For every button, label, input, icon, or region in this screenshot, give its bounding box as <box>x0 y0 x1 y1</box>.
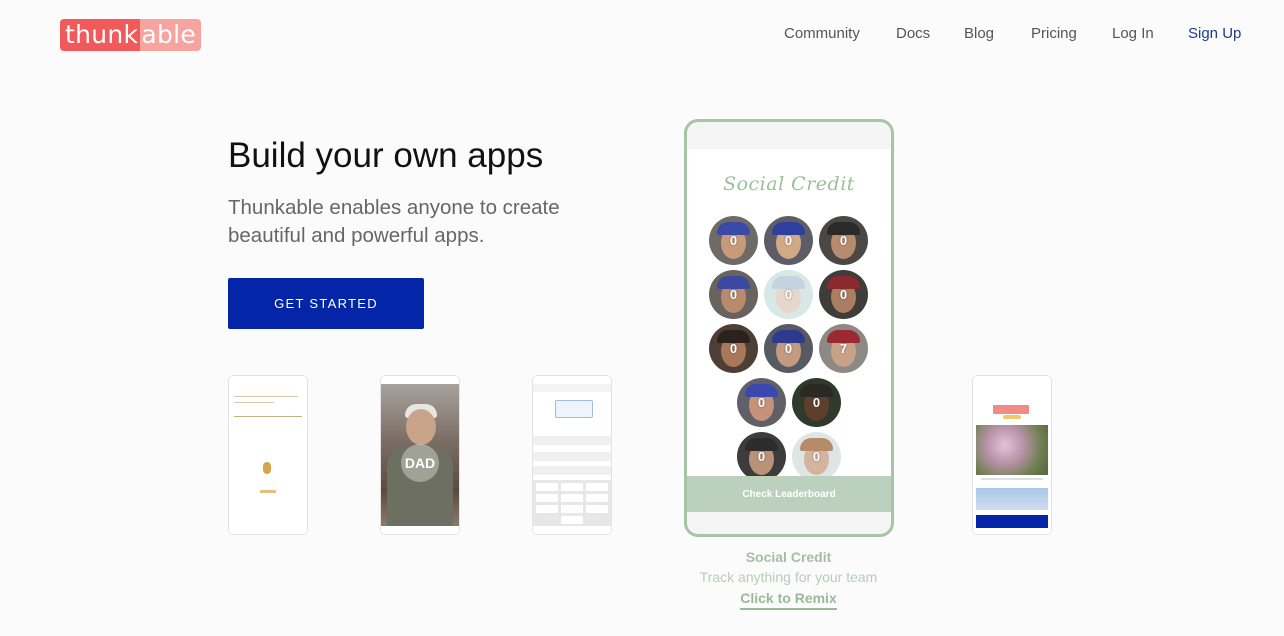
thumbnail-input <box>555 400 593 418</box>
team-member-avatar[interactable]: 0 <box>709 216 758 265</box>
thumbnail-text-line <box>234 402 274 403</box>
score-label: 0 <box>812 449 821 464</box>
featured-app-description: Track anything for your team <box>699 569 878 585</box>
app-thumbnail-dad[interactable]: DAD <box>380 375 460 535</box>
thumbnail-script-text <box>1003 415 1021 419</box>
thumbnail-keypad <box>533 480 611 526</box>
nav-docs[interactable]: Docs <box>896 25 930 42</box>
hero-headline: Build your own apps <box>228 136 544 175</box>
score-label: 0 <box>757 449 766 464</box>
check-leaderboard-button[interactable]: Check Leaderboard <box>687 476 891 512</box>
nav-blog[interactable]: Blog <box>964 25 994 42</box>
team-member-avatar[interactable]: 0 <box>764 324 813 373</box>
nav-pricing[interactable]: Pricing <box>1031 25 1077 42</box>
team-member-avatar[interactable]: 0 <box>764 216 813 265</box>
app-thumbnail-voice[interactable] <box>228 375 308 535</box>
nav-sign-up[interactable]: Sign Up <box>1188 25 1241 42</box>
thumbnail-row <box>533 436 611 445</box>
thumbnail-text-line <box>234 396 298 397</box>
team-member-avatar[interactable]: 0 <box>737 432 786 481</box>
score-label: 7 <box>839 341 848 356</box>
thumbnail-top-bar <box>533 384 611 392</box>
score-label: 0 <box>839 233 848 248</box>
score-label: 0 <box>839 287 848 302</box>
score-label: 0 <box>729 341 738 356</box>
team-member-avatar[interactable]: 0 <box>819 270 868 319</box>
team-member-avatar[interactable]: 0 <box>792 432 841 481</box>
get-started-button[interactable]: GET STARTED <box>228 278 424 329</box>
app-thumbnail-flowers[interactable] <box>972 375 1052 535</box>
featured-app-phone[interactable]: Social Credit 0 0 0 0 0 0 0 0 7 0 0 0 0 … <box>684 119 894 537</box>
app-title: Social Credit <box>723 173 855 195</box>
score-label: 0 <box>784 341 793 356</box>
team-member-avatar[interactable]: 0 <box>709 324 758 373</box>
flower-photo <box>976 425 1048 475</box>
phone-screen: Social Credit 0 0 0 0 0 0 0 0 7 0 0 0 0 <box>687 149 891 481</box>
thumbnail-caption-line <box>260 490 276 493</box>
nav-community[interactable]: Community <box>784 25 860 42</box>
thumbnail-button <box>976 515 1048 528</box>
click-to-remix-row: Click to Remix <box>684 590 893 610</box>
score-label: 0 <box>729 233 738 248</box>
click-to-remix-link[interactable]: Click to Remix <box>740 590 837 610</box>
score-label: 0 <box>784 287 793 302</box>
score-label: 0 <box>729 287 738 302</box>
hero-subheadline: Thunkable enables anyone to create beaut… <box>228 196 560 247</box>
app-thumbnail-form[interactable] <box>532 375 612 535</box>
team-member-avatar[interactable]: 0 <box>819 216 868 265</box>
mini-thunkable-logo <box>993 405 1029 414</box>
dad-badge: DAD <box>401 444 439 482</box>
team-member-avatar[interactable]: 0 <box>764 270 813 319</box>
featured-app-title: Social Credit <box>745 549 832 565</box>
thumbnail-row <box>533 452 611 461</box>
top-nav: Community Docs Blog Pricing Log In Sign … <box>0 25 1284 45</box>
team-member-avatar[interactable]: 0 <box>709 270 758 319</box>
team-member-avatar[interactable]: 7 <box>819 324 868 373</box>
nav-log-in[interactable]: Log In <box>1112 25 1154 42</box>
microphone-icon <box>263 462 271 474</box>
thumbnail-row <box>533 466 611 475</box>
score-label: 0 <box>784 233 793 248</box>
team-member-avatar[interactable]: 0 <box>792 378 841 427</box>
thumbnail-divider <box>234 416 302 417</box>
score-label: 0 <box>812 395 821 410</box>
score-label: 0 <box>757 395 766 410</box>
person-photo <box>976 488 1048 510</box>
team-member-avatar[interactable]: 0 <box>737 378 786 427</box>
